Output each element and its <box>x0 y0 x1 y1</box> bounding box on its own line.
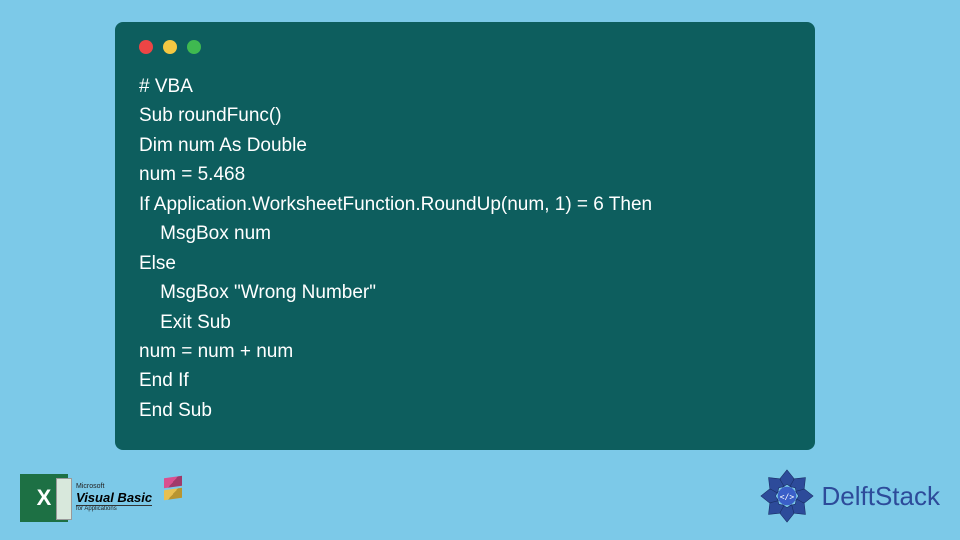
code-window: # VBA Sub roundFunc() Dim num As Double … <box>115 22 815 450</box>
logos-left: X Microsoft Visual Basic for Application… <box>20 474 152 522</box>
excel-icon: X <box>20 474 68 522</box>
code-line: Else <box>139 253 176 274</box>
excel-letter: X <box>37 485 52 511</box>
vb-logo-name: Visual Basic <box>76 491 152 505</box>
code-line: Exit Sub <box>139 312 231 333</box>
code-line: MsgBox "Wrong Number" <box>139 282 376 303</box>
code-line: MsgBox num <box>139 223 271 244</box>
delftstack-brand-text: DelftStack <box>822 481 941 512</box>
code-line: End If <box>139 370 189 391</box>
code-line: num = 5.468 <box>139 164 245 185</box>
svg-text:</>: </> <box>779 491 794 501</box>
code-line: End Sub <box>139 400 212 421</box>
traffic-lights <box>139 40 791 54</box>
code-line: Sub roundFunc() <box>139 105 282 126</box>
vb-logo-sub: for Applications <box>76 505 152 513</box>
delftstack-flower-icon: </> <box>758 467 816 525</box>
visual-basic-logo: Microsoft Visual Basic for Applications <box>76 483 152 513</box>
maximize-icon <box>187 40 201 54</box>
code-line: Dim num As Double <box>139 135 307 156</box>
code-line: If Application.WorksheetFunction.RoundUp… <box>139 194 652 215</box>
minimize-icon <box>163 40 177 54</box>
code-line: # VBA <box>139 76 193 97</box>
code-content: # VBA Sub roundFunc() Dim num As Double … <box>139 72 791 425</box>
close-icon <box>139 40 153 54</box>
logos-right: </> DelftStack <box>758 467 941 525</box>
code-line: num = num + num <box>139 341 293 362</box>
vb-shapes-icon <box>164 477 182 501</box>
